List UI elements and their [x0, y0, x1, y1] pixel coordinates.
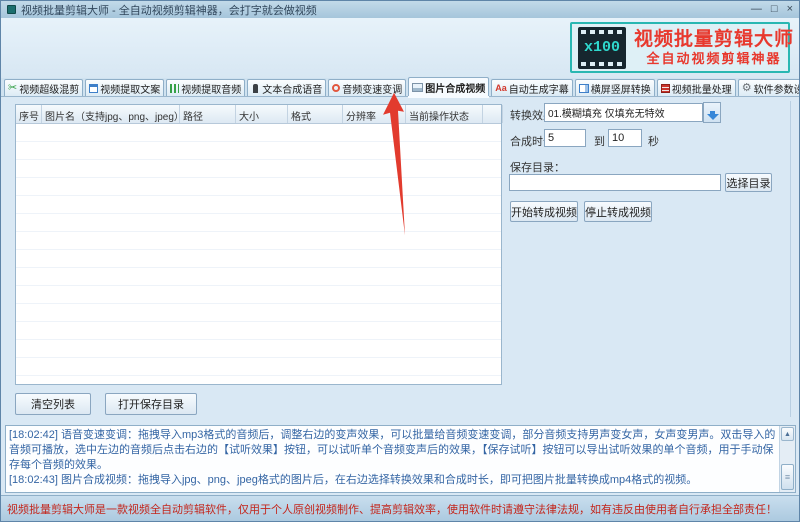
tab-软件参数设置[interactable]: 软件参数设置: [737, 79, 799, 96]
tab-label: 音频变速变调: [342, 84, 403, 96]
window-title: 视频批量剪辑大师 - 全自动视频剪辑神器，会打字就会做视频: [21, 4, 317, 17]
document-icon: [89, 83, 99, 93]
tab-音频变速变调[interactable]: 音频变速变调: [328, 79, 407, 96]
dropdown-arrow-icon: [709, 110, 715, 115]
duration-from-input[interactable]: [544, 129, 586, 147]
tab-label: 视频提取文案: [100, 84, 161, 96]
scroll-up-icon[interactable]: ▲: [781, 427, 794, 441]
log-text: [18:02:42] 语音变速变调：拖拽导入mp3格式的音频后，调整右边的变声效…: [9, 428, 776, 488]
screen-rotate-icon: [578, 83, 589, 93]
audio-bars-icon: [170, 83, 180, 93]
subtitle-icon: [495, 83, 507, 94]
tab-视频提取音频[interactable]: 视频提取音频: [166, 79, 246, 96]
log-pane: [18:02:42] 语音变速变调：拖拽导入mp3格式的音频后，调整右边的变声效…: [5, 425, 796, 493]
open-save-dir-button[interactable]: 打开保存目录: [105, 393, 197, 415]
column-header[interactable]: 大小: [236, 105, 288, 123]
stop-convert-button[interactable]: 停止转成视频: [584, 201, 652, 222]
image-table: 序号 图片名（支持jpg、png、jpeg） 路径 大小 格式 分辨率 当前操作状态: [15, 104, 503, 385]
tab-label: 自动生成字幕: [508, 84, 569, 96]
tab-label: 视频超级混剪: [19, 84, 80, 96]
disclaimer-text: 视频批量剪辑大师是一款视频全自动剪辑软件，仅用于个人原创视频制作、提高剪辑效率，…: [7, 504, 777, 516]
batch-video-icon: [660, 83, 670, 93]
tab-自动生成字幕[interactable]: 自动生成字幕: [491, 79, 573, 96]
header-banner: x100 视频批量剪辑大师 全自动视频剪辑神器: [1, 18, 799, 78]
main-content: 序号 图片名（支持jpg、png、jpeg） 路径 大小 格式 分辨率 当前操作状态 清空列…: [1, 97, 799, 425]
tab-label: 图片合成视频: [425, 83, 486, 95]
tab-label: 视频提取音频: [181, 84, 242, 96]
logo-title: 视频批量剪辑大师: [634, 29, 795, 50]
column-header[interactable]: 分辨率: [343, 105, 406, 123]
app-icon: [7, 5, 16, 14]
table-body-dropzone[interactable]: [16, 124, 501, 384]
tab-图片合成视频[interactable]: 图片合成视频: [408, 77, 490, 96]
microphone-icon: [253, 83, 259, 93]
tab-文本合成语音[interactable]: 文本合成语音: [247, 79, 327, 96]
log-line: [18:02:42] 语音变速变调：拖拽导入mp3格式的音频后，调整右边的变声效…: [9, 429, 776, 471]
duration-to-word: 到: [594, 136, 605, 148]
window-controls: — □ ×: [751, 2, 793, 17]
column-header[interactable]: 格式: [288, 105, 343, 123]
column-header[interactable]: 图片名（支持jpg、png、jpeg）: [42, 105, 180, 123]
log-line: [18:02:43] 图片合成视频：拖拽导入jpg、png、jpeg格式的图片后…: [9, 474, 698, 486]
panel-divider: [790, 101, 791, 417]
effect-select[interactable]: 01.模糊填充 仅填充无特效: [544, 103, 703, 122]
duration-to-input[interactable]: [608, 129, 642, 147]
scrollbar-thumb[interactable]: ≡: [781, 464, 794, 490]
column-header[interactable]: 路径: [180, 105, 236, 123]
maximize-button[interactable]: □: [771, 2, 778, 17]
choose-dir-button[interactable]: 选择目录: [725, 173, 772, 192]
tab-视频提取文案[interactable]: 视频提取文案: [85, 79, 165, 96]
logo-subtitle: 全自动视频剪辑神器: [646, 51, 782, 66]
film-strip-icon: x100: [578, 26, 626, 69]
table-header-row: 序号 图片名（支持jpg、png、jpeg） 路径 大小 格式 分辨率 当前操作状态: [16, 105, 503, 124]
save-dir-input[interactable]: [509, 174, 721, 191]
tab-横屏竖屏转换[interactable]: 横屏竖屏转换: [574, 79, 655, 96]
settings-panel: 转换效果： 01.模糊填充 仅填充无特效 合成时长： 到 秒 保存目录： 选择目…: [506, 97, 790, 425]
tab-label: 横屏竖屏转换: [590, 84, 651, 96]
title-bar: 视频批量剪辑大师 - 全自动视频剪辑神器，会打字就会做视频 — □ ×: [1, 1, 799, 18]
column-header[interactable]: 序号: [16, 105, 42, 123]
gear-icon: [742, 83, 752, 94]
effect-dropdown-button[interactable]: [703, 102, 721, 123]
log-scrollbar[interactable]: ▲ ≡: [779, 426, 795, 492]
start-convert-button[interactable]: 开始转成视频: [510, 201, 578, 222]
tab-视频超级混剪[interactable]: 视频超级混剪: [4, 79, 84, 96]
tab-bar: 视频超级混剪 视频提取文案 视频提取音频 文本合成语音 音频变速变调 图片合成视频 自动生成…: [1, 77, 799, 97]
close-button[interactable]: ×: [787, 2, 793, 17]
column-header[interactable]: [483, 105, 503, 123]
save-dir-label: 保存目录：: [510, 162, 565, 174]
minimize-button[interactable]: —: [751, 2, 762, 17]
scissors-icon: [8, 83, 17, 94]
tab-label: 软件参数设置: [753, 84, 799, 96]
app-window: 视频批量剪辑大师 - 全自动视频剪辑神器，会打字就会做视频 — □ × x100…: [0, 0, 800, 522]
status-bar: 视频批量剪辑大师是一款视频全自动剪辑软件，仅用于个人原创视频制作、提高剪辑效率，…: [1, 495, 799, 521]
tab-视频批量处理[interactable]: 视频批量处理: [656, 79, 736, 96]
x100-badge: x100: [583, 38, 620, 56]
app-logo: x100 视频批量剪辑大师 全自动视频剪辑神器: [570, 22, 793, 73]
duration-unit-label: 秒: [648, 136, 659, 148]
clear-list-button[interactable]: 清空列表: [15, 393, 91, 415]
tab-label: 文本合成语音: [262, 84, 323, 96]
image-icon: [412, 82, 424, 92]
tab-label: 视频批量处理: [671, 84, 732, 96]
speed-dial-icon: [332, 84, 341, 92]
column-header[interactable]: 当前操作状态: [406, 105, 483, 123]
